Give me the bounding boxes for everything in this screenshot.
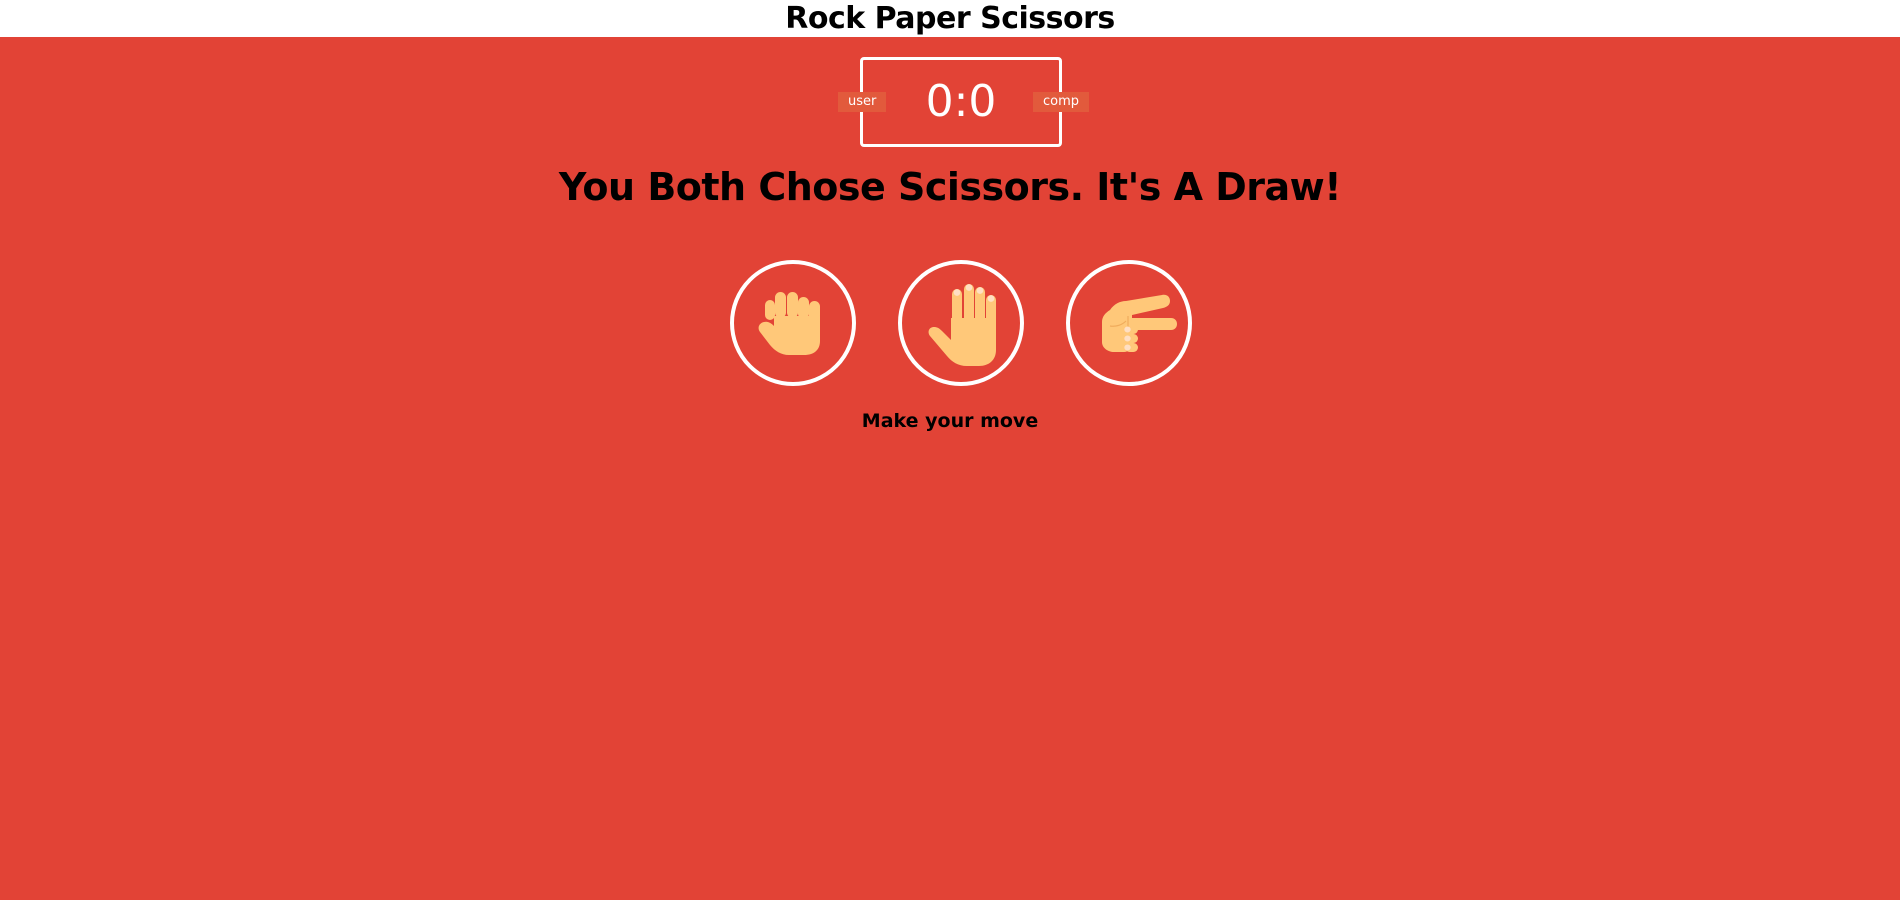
rock-hand-icon [758,292,820,355]
scissors-hand-icon [1102,294,1177,352]
choices-row [0,260,1900,386]
scissors-button[interactable] [1066,260,1192,386]
header: Rock Paper Scissors [0,0,1900,37]
page-title: Rock Paper Scissors [785,1,1115,36]
user-badge: user [838,92,887,112]
result-message: You Both Chose Scissors. It's A Draw! [558,165,1342,209]
game-board: user 0:0 comp You Both Chose Scissors. I… [0,37,1900,900]
paper-button[interactable] [898,260,1024,386]
score-display: 0:0 [925,76,997,127]
paper-hand-icon [928,284,996,366]
action-message: Make your move [861,410,1039,432]
scoreboard: user 0:0 comp [838,57,1089,147]
rock-button[interactable] [730,260,856,386]
comp-badge: comp [1032,92,1089,112]
